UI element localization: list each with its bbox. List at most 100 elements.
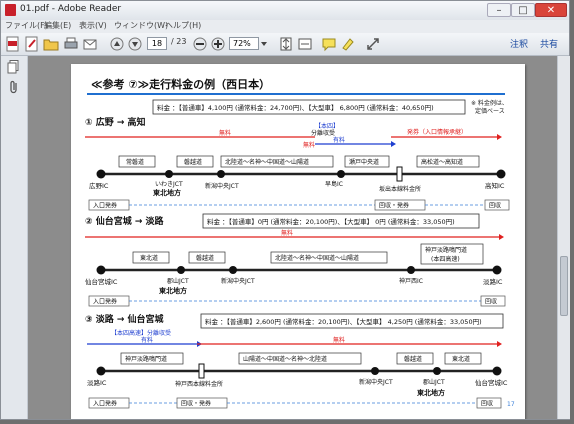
segment-label-2-4: 神戸淡路鳴門道: [425, 246, 467, 254]
node-1-iwaki: [165, 170, 173, 178]
menu-bar: ファイル(F) 編集(E) 表示(V) ウィンドウ(W) ヘルプ(H): [1, 20, 569, 33]
window-title: 01.pdf - Adobe Reader: [20, 4, 122, 14]
honshi-label-3: 【本四高速】分離収受: [111, 329, 171, 337]
vertical-scrollbar[interactable]: [557, 56, 570, 419]
page-content: ≪参考 ⑦≫走行料金の例（西日本） ※ 料金例は、 定価ベース 料金 ：【普通車…: [85, 77, 515, 409]
fit-page-icon[interactable]: [278, 36, 294, 52]
email-icon[interactable]: [82, 36, 98, 52]
attachment-icon[interactable]: [8, 80, 20, 94]
node-3-start: [96, 366, 106, 376]
route-heading-2: ② 仙台宮城 → 淡路: [85, 215, 165, 227]
fee-text-3: 料金 ：【普通車】2,600円 (通常料金：20,100円)、【大型車】 4,2…: [205, 317, 482, 326]
node-2-kobenishi: [407, 266, 415, 274]
station-1-4: 新潟中央JCT: [205, 182, 239, 190]
station-2-5: 神戸西IC: [399, 277, 423, 285]
previous-page-icon[interactable]: [109, 36, 125, 52]
page-number: 17: [507, 401, 515, 408]
share-pane-link[interactable]: 共有: [540, 37, 558, 50]
menu-file[interactable]: ファイル(F): [5, 20, 48, 31]
station-3-2: 神戸西本線料金所: [175, 380, 223, 388]
tollgate-1: [396, 166, 403, 182]
toll-label-1: 発券（入口情報承継）: [407, 128, 467, 136]
zoom-in-icon[interactable]: [210, 36, 226, 52]
toolbar: 18 / 23 72% 注釈 共有: [1, 33, 569, 56]
free-label-2: 無料: [281, 229, 293, 237]
highlight-icon[interactable]: [340, 36, 356, 52]
station-3-6: 東北地方: [417, 388, 445, 397]
route-2: ② 仙台宮城 → 淡路 料金 ：【普通車】0円 (通常料金：20,100円)、【…: [85, 213, 506, 307]
edit-pdf-icon[interactable]: [24, 36, 40, 52]
station-2-4: 新潟中央JCT: [221, 277, 255, 285]
open-folder-icon[interactable]: [43, 36, 59, 52]
document-viewport[interactable]: ≪参考 ⑦≫走行料金の例（西日本） ※ 料金例は、 定価ベース 料金 ：【普通車…: [28, 56, 557, 419]
station-2-1: 仙台宮城IC: [85, 277, 118, 286]
scrollbar-thumb[interactable]: [560, 256, 568, 316]
tollgate-3: [198, 363, 205, 379]
minimize-button[interactable]: –: [487, 3, 511, 17]
zoom-level-input[interactable]: 72%: [229, 37, 259, 50]
node-2-koriyama: [177, 266, 185, 274]
station-1-5: 早島IC: [325, 180, 343, 188]
segment-label-1-1: 常磐道: [126, 158, 144, 166]
route-heading-1: ① 広野 → 高知: [85, 116, 146, 128]
pages-thumbnail-icon[interactable]: [7, 60, 20, 74]
action-label-3-3: 回収: [481, 401, 493, 408]
fit-width-icon[interactable]: [297, 36, 313, 52]
action-label-1-2: 回収・発券: [379, 202, 409, 210]
title-underline: [87, 93, 505, 95]
station-3-1: 淡路IC: [87, 378, 107, 387]
node-1-start: [96, 169, 106, 179]
price-note-line2: 定価ベース: [475, 107, 505, 115]
menu-help[interactable]: ヘルプ(H): [165, 20, 201, 31]
menu-window[interactable]: ウィンドウ(W): [114, 20, 168, 31]
paid-label-1: 有料: [333, 136, 345, 144]
comment-icon[interactable]: [321, 36, 337, 52]
station-1-7: 高知IC: [485, 181, 505, 190]
segment-label-2-5: (本四高速): [431, 255, 460, 263]
maximize-button[interactable]: □: [511, 3, 535, 17]
paid-arrowhead-1: [391, 141, 396, 147]
free-label-1b: 無料: [303, 141, 315, 149]
menu-edit[interactable]: 編集(E): [44, 20, 71, 31]
zoom-out-icon[interactable]: [192, 36, 208, 52]
comment-pane-link[interactable]: 注釈: [510, 37, 528, 50]
free-arrowhead-3: [497, 341, 502, 347]
segment-label-1-4: 瀬戸中央道: [349, 158, 379, 166]
segment-label-2-3: 北陸道～名神～中国道～山陽道: [275, 254, 359, 262]
free-label-3: 無料: [333, 336, 345, 344]
segment-label-1-2: 磐越道: [184, 158, 202, 166]
reader-window: 01.pdf - Adobe Reader – □ ✕ ファイル(F) 編集(E…: [0, 0, 570, 420]
segment-label-3-1: 神戸淡路鳴門道: [125, 355, 167, 363]
honshi-label-1a: 【本四】: [315, 122, 339, 130]
segment-label-1-3: 北陸道～名神～中国道～山陽道: [225, 158, 309, 166]
segment-label-3-3: 磐越道: [404, 355, 422, 363]
next-page-icon[interactable]: [127, 36, 143, 52]
menu-view[interactable]: 表示(V): [79, 20, 107, 31]
station-2-3: 東北地方: [159, 286, 187, 295]
segment-label-3-4: 東北道: [452, 355, 470, 363]
pdf-file-icon: [5, 4, 16, 16]
node-3-koriyama: [433, 367, 441, 375]
node-1-hayashima: [337, 170, 345, 178]
pdf-page: ≪参考 ⑦≫走行料金の例（西日本） ※ 料金例は、 定価ベース 料金 ：【普通車…: [71, 64, 525, 419]
fee-text-2: 料金 ：【普通車】0円 (通常料金：20,100円)、【大型車】 0円 (通常料…: [207, 217, 455, 226]
create-pdf-icon[interactable]: [5, 36, 21, 52]
segment-label-2-1: 東北道: [140, 254, 158, 262]
page-number-input[interactable]: 18: [147, 37, 167, 50]
action-label-1-1: 入口発券: [93, 202, 117, 210]
node-1-end: [496, 169, 506, 179]
close-button[interactable]: ✕: [535, 3, 567, 17]
route-heading-3: ③ 淡路 → 仙台宮城: [85, 313, 164, 325]
node-1-niigata: [217, 170, 225, 178]
honshi-label-1b: 分離収受: [311, 129, 335, 137]
node-2-start: [96, 265, 106, 275]
action-label-2-2: 回収: [485, 299, 497, 306]
free-label-1: 無料: [219, 129, 231, 137]
print-icon[interactable]: [63, 36, 79, 52]
zoom-dropdown-icon[interactable]: [260, 36, 268, 52]
page-title: ≪参考 ⑦≫走行料金の例（西日本）: [91, 77, 270, 91]
node-3-niigata: [371, 367, 379, 375]
station-2-2: 郡山JCT: [167, 277, 189, 285]
station-3-4: 郡山JCT: [423, 378, 445, 386]
expand-icon[interactable]: [365, 36, 381, 52]
